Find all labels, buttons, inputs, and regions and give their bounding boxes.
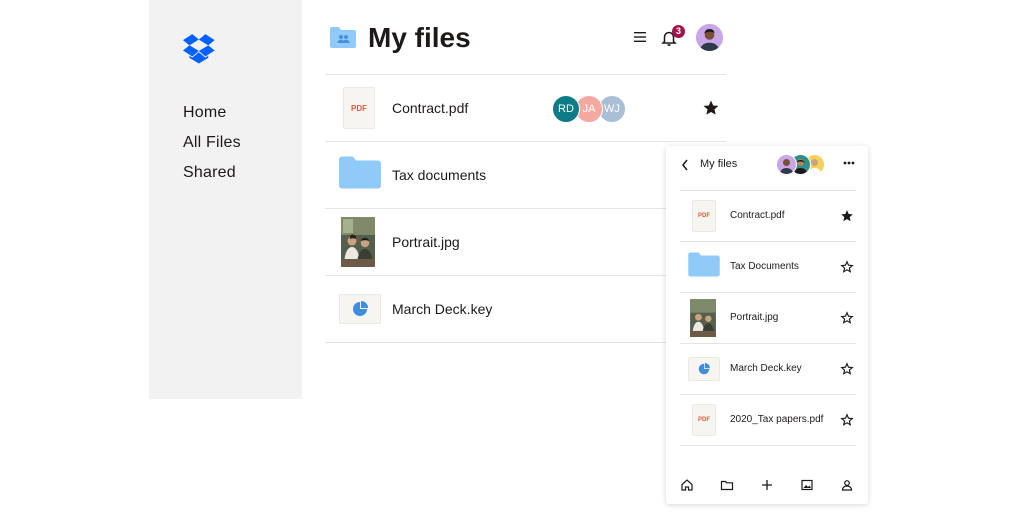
file-name: Contract.pdf bbox=[730, 210, 785, 221]
folder-icon bbox=[339, 156, 381, 189]
photo-thumbnail bbox=[341, 217, 375, 267]
pdf-file-icon: PDF bbox=[343, 87, 375, 129]
file-name: 2020_Tax papers.pdf bbox=[730, 414, 824, 425]
file-name: Tax documents bbox=[392, 167, 487, 183]
account-icon[interactable] bbox=[840, 478, 854, 492]
more-options-icon[interactable] bbox=[842, 158, 856, 168]
page-header: My files 3 bbox=[326, 18, 726, 58]
mobile-file-row[interactable]: PDF 2020_Tax papers.pdf bbox=[680, 395, 856, 446]
file-name: Portrait.jpg bbox=[730, 312, 779, 323]
mobile-file-row[interactable]: Tax Documents bbox=[680, 242, 856, 293]
star-outline-icon[interactable] bbox=[840, 413, 854, 427]
back-arrow-icon[interactable] bbox=[680, 158, 690, 172]
pdf-file-icon: PDF bbox=[692, 200, 716, 232]
star-filled-icon[interactable] bbox=[702, 99, 720, 117]
mobile-file-list: PDF Contract.pdf Tax Documents Portrait.… bbox=[680, 190, 856, 446]
keynote-file-icon bbox=[688, 357, 720, 381]
star-outline-icon[interactable] bbox=[840, 260, 854, 274]
page-title: My files bbox=[368, 22, 471, 53]
nav-item-all-files[interactable]: All Files bbox=[183, 128, 241, 158]
pdf-file-icon: PDF bbox=[692, 404, 716, 436]
photos-icon[interactable] bbox=[800, 478, 814, 492]
mobile-file-row[interactable]: March Deck.key bbox=[680, 344, 856, 395]
collaborator-avatar[interactable]: RD bbox=[552, 95, 580, 123]
photo-thumbnail bbox=[690, 299, 716, 337]
dropbox-logo-icon[interactable] bbox=[183, 34, 215, 64]
collaborator-avatar[interactable] bbox=[776, 154, 797, 175]
nav-item-shared[interactable]: Shared bbox=[183, 158, 241, 188]
mobile-app-panel: My files PDF Contract.pdf Tax Documents … bbox=[666, 146, 868, 504]
folder-icon[interactable] bbox=[720, 478, 734, 492]
nav-item-home[interactable]: Home bbox=[183, 98, 241, 128]
home-icon[interactable] bbox=[680, 478, 694, 492]
keynote-file-icon bbox=[339, 294, 381, 324]
folder-icon bbox=[688, 252, 720, 277]
file-row[interactable]: PDF Contract.pdf RD JA WJ bbox=[325, 75, 726, 142]
sidebar-nav: Home All Files Shared bbox=[183, 98, 241, 188]
file-name: Contract.pdf bbox=[392, 100, 469, 116]
mobile-file-row[interactable]: Portrait.jpg bbox=[680, 293, 856, 344]
star-filled-icon[interactable] bbox=[840, 209, 854, 223]
notifications-button[interactable]: 3 bbox=[660, 25, 685, 49]
menu-icon[interactable] bbox=[632, 29, 648, 45]
mobile-title: My files bbox=[700, 158, 738, 170]
mobile-tab-bar bbox=[666, 468, 868, 504]
shared-folder-icon bbox=[330, 27, 356, 48]
notification-badge: 3 bbox=[672, 25, 685, 38]
mobile-file-row[interactable]: PDF Contract.pdf bbox=[680, 191, 856, 242]
file-name: March Deck.key bbox=[392, 301, 493, 317]
star-outline-icon[interactable] bbox=[840, 362, 854, 376]
plus-icon[interactable] bbox=[760, 478, 774, 492]
file-name: March Deck.key bbox=[730, 363, 802, 374]
user-avatar[interactable] bbox=[696, 24, 723, 51]
file-name: Portrait.jpg bbox=[392, 234, 460, 250]
mobile-header: My files bbox=[666, 146, 868, 190]
mobile-collaborator-avatars bbox=[776, 154, 836, 175]
file-name: Tax Documents bbox=[730, 261, 799, 272]
star-outline-icon[interactable] bbox=[840, 311, 854, 325]
sidebar: Home All Files Shared bbox=[149, 0, 302, 399]
